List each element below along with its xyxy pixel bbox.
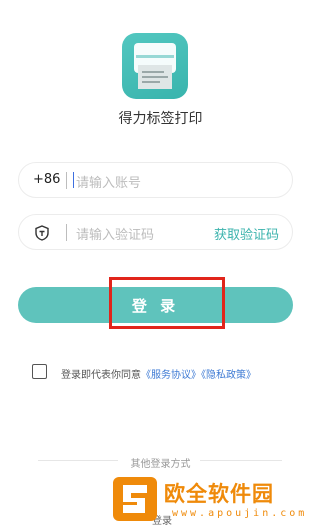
highlight-box [109,277,225,329]
watermark-title: 欧全软件园 [164,482,274,506]
other-login-text: 其他登录方式 [122,459,199,470]
app-name: 得力标签打印 [118,111,203,127]
shield-icon [35,225,49,241]
get-code-button[interactable]: 获取验证码 [214,224,279,243]
watermark-url: www.apoujin.com [172,508,308,519]
label-printer-icon [122,33,188,99]
text-caret [73,172,74,188]
agree-checkbox[interactable] [32,364,47,379]
privacy-policy-link[interactable]: 《隐私政策》 [201,370,256,381]
phone-field[interactable]: +86 请输入账号 [18,162,293,198]
login-screen: 得力标签打印 +86 请输入账号 请输入验证码 获取验证码 登 录 登录即代表你… [0,0,321,526]
agreement-prefix: 登录即代表你同意 [61,370,141,381]
code-field[interactable]: 请输入验证码 获取验证码 [18,214,293,250]
field-divider [66,172,67,189]
agreement-text: 登录即代表你同意《服务协议》《隐私政策》 [61,366,256,381]
watermark-logo-icon [113,477,157,521]
phone-input[interactable]: 请输入账号 [76,172,141,191]
code-input[interactable]: 请输入验证码 [76,224,154,243]
country-code[interactable]: +86 [33,172,60,187]
watermark: 欧全软件园 www.apoujin.com [112,476,317,524]
field-divider [66,224,67,241]
other-login-label: 其他登录方式 [0,455,321,470]
service-agreement-link[interactable]: 《服务协议》 [141,370,201,381]
